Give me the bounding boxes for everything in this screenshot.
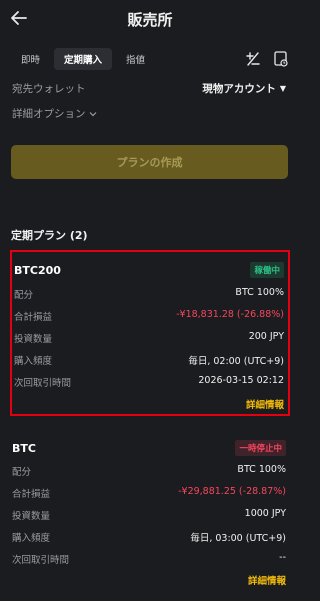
row-value: BTC 100% <box>235 287 284 298</box>
page-title: 販売所 <box>127 11 173 29</box>
row-value: -- <box>279 552 286 563</box>
row-value: -¥29,881.25 (-28.87%) <box>178 486 286 497</box>
plan-card[interactable]: BTC 一時停止中 配分 BTC 100% 合計損益 -¥29,881.25 (… <box>10 432 290 592</box>
row-value: 2026-03-15 02:12 <box>198 375 284 386</box>
plan-row-amount: 投資数量 200 JPY <box>12 331 288 347</box>
section-title: 定期プラン (2) <box>11 229 88 242</box>
status-badge: 稼働中 <box>250 262 284 278</box>
row-key: 合計損益 <box>14 312 53 323</box>
plan-row-pnl: 合計損益 -¥18,831.28 (-26.88%) <box>12 309 288 325</box>
row-value: 毎日, 03:00 (UTC+9) <box>190 533 286 544</box>
plan-row-allocation: 配分 BTC 100% <box>12 287 288 303</box>
row-value: -¥18,831.28 (-26.88%) <box>176 309 284 320</box>
row-key: 次回取引時間 <box>14 378 72 389</box>
plan-row-frequency: 購入頻度 毎日, 02:00 (UTC+9) <box>12 353 288 369</box>
row-key: 投資数量 <box>14 334 53 345</box>
status-badge: 一時停止中 <box>235 440 286 456</box>
chevron-down-icon <box>89 111 96 116</box>
details-options-toggle[interactable]: 詳細オプション <box>12 106 98 121</box>
row-key: 合計損益 <box>12 489 51 500</box>
row-key: 配分 <box>14 290 34 301</box>
details-link[interactable]: 詳細情報 <box>248 573 286 587</box>
tab-instant[interactable]: 即時 <box>11 48 50 70</box>
plan-row-next-time: 次回取引時間 -- <box>10 552 290 568</box>
plan-name: BTC <box>12 442 36 455</box>
row-value: 200 JPY <box>248 331 284 342</box>
details-link[interactable]: 詳細情報 <box>246 397 284 411</box>
plan-row-amount: 投資数量 1000 JPY <box>10 508 290 524</box>
details-options-label: 詳細オプション <box>12 108 86 120</box>
row-value: 1000 JPY <box>244 508 286 519</box>
plan-card[interactable]: BTC200 稼働中 配分 BTC 100% 合計損益 -¥18,831.28 … <box>10 250 290 416</box>
plan-row-allocation: 配分 BTC 100% <box>10 464 290 480</box>
caret-down-icon: ▼ <box>279 84 286 93</box>
row-value: 毎日, 02:00 (UTC+9) <box>188 356 284 367</box>
row-key: 購入頻度 <box>14 356 53 367</box>
wallet-label: 宛先ウォレット <box>12 83 86 95</box>
row-key: 購入頻度 <box>12 533 51 544</box>
row-key: 次回取引時間 <box>12 555 70 566</box>
order-type-tabs: 即時 定期購入 指値 <box>11 48 159 70</box>
header-bar: 販売所 <box>0 0 300 36</box>
plus-minus-button[interactable] <box>245 50 261 68</box>
calendar-button[interactable] <box>273 50 289 68</box>
row-value: BTC 100% <box>237 464 286 475</box>
plan-row-next-time: 次回取引時間 2026-03-15 02:12 <box>12 375 288 391</box>
tab-recurring[interactable]: 定期購入 <box>54 48 113 70</box>
calendar-icon <box>274 51 288 67</box>
plus-minus-icon <box>246 52 260 66</box>
wallet-select[interactable]: 現物アカウント ▼ <box>202 81 286 96</box>
create-plan-button[interactable]: プランの作成 <box>11 145 288 179</box>
tab-limit[interactable]: 指値 <box>116 48 155 70</box>
wallet-value: 現物アカウント <box>202 83 276 95</box>
plan-row-pnl: 合計損益 -¥29,881.25 (-28.87%) <box>10 486 290 502</box>
plan-row-frequency: 購入頻度 毎日, 03:00 (UTC+9) <box>10 530 290 546</box>
plan-name: BTC200 <box>14 264 61 277</box>
row-key: 配分 <box>12 467 32 478</box>
row-key: 投資数量 <box>12 511 51 522</box>
